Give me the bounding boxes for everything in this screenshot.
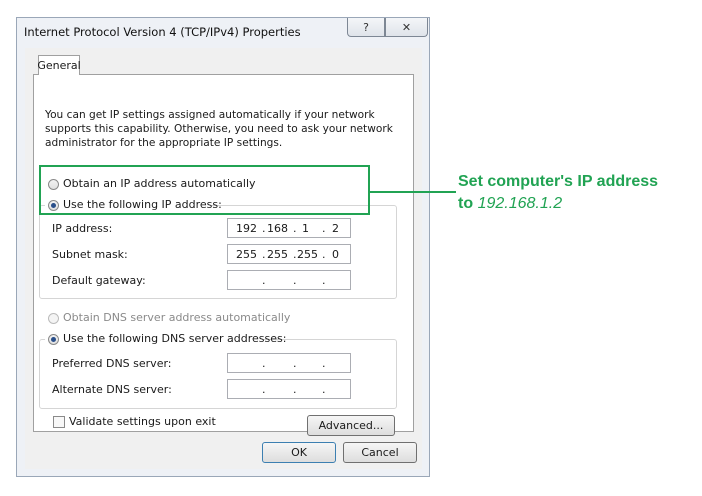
dialog-client-area: General You can get IP settings assigned… [25,48,422,469]
ipv4-properties-dialog: Internet Protocol Version 4 (TCP/IPv4) P… [16,17,430,477]
ip-octet-2: 168 [267,222,288,235]
ip-address-highlight-box [39,165,370,215]
title-bar[interactable]: Internet Protocol Version 4 (TCP/IPv4) P… [17,18,429,48]
subnet-octet-2: 255 [267,248,288,261]
default-gateway-label: Default gateway: [52,274,146,287]
use-following-dns-radio[interactable] [48,334,59,345]
annotation-to-word: to [458,195,474,212]
help-button[interactable]: ? [347,18,385,37]
ip-octet-3: 1 [302,222,309,235]
subnet-mask-label: Subnet mask: [52,248,128,261]
obtain-dns-auto-label[interactable]: Obtain DNS server address automatically [63,311,290,324]
preferred-dns-label: Preferred DNS server: [52,357,172,370]
tab-general[interactable]: General [37,55,81,75]
close-button[interactable]: ✕ [385,18,428,37]
cancel-button[interactable]: Cancel [343,442,417,463]
ip-address-label: IP address: [52,222,113,235]
annotation-line-1: Set computer's IP address [458,173,659,190]
general-tab-panel: You can get IP settings assigned automat… [33,74,414,436]
annotation-text: Set computer's IP address to 192.168.1.2 [458,171,658,215]
validate-settings-label[interactable]: Validate settings upon exit [69,415,216,428]
callout-connector-line [370,191,456,193]
default-gateway-field[interactable]: . . . [227,270,351,290]
use-following-dns-label[interactable]: Use the following DNS server addresses: [63,332,286,345]
window-title: Internet Protocol Version 4 (TCP/IPv4) P… [24,25,301,39]
subnet-octet-3: 255 [297,248,318,261]
alternate-dns-field[interactable]: . . . [227,379,351,399]
subnet-octet-4: 0 [332,248,339,261]
description-text: You can get IP settings assigned automat… [45,109,393,149]
annotation-line-2: to 192.168.1.2 [458,193,658,215]
advanced-button[interactable]: Advanced... [307,415,395,436]
ip-octet-1: 192 [236,222,257,235]
ok-button[interactable]: OK [262,442,336,463]
annotation-ip-value: 192.168.1.2 [477,195,563,212]
ip-octet-4: 2 [332,222,339,235]
validate-settings-checkbox[interactable] [53,416,65,428]
close-icon: ✕ [401,20,412,34]
subnet-octet-1: 255 [236,248,257,261]
help-icon: ? [363,20,369,34]
subnet-mask-field[interactable]: 255 . 255 . 255 . 0 [227,244,351,264]
alternate-dns-label: Alternate DNS server: [52,383,172,396]
preferred-dns-field[interactable]: . . . [227,353,351,373]
obtain-dns-auto-radio[interactable] [48,313,59,324]
ip-address-field[interactable]: 192 . 168 . 1 . 2 [227,218,351,238]
